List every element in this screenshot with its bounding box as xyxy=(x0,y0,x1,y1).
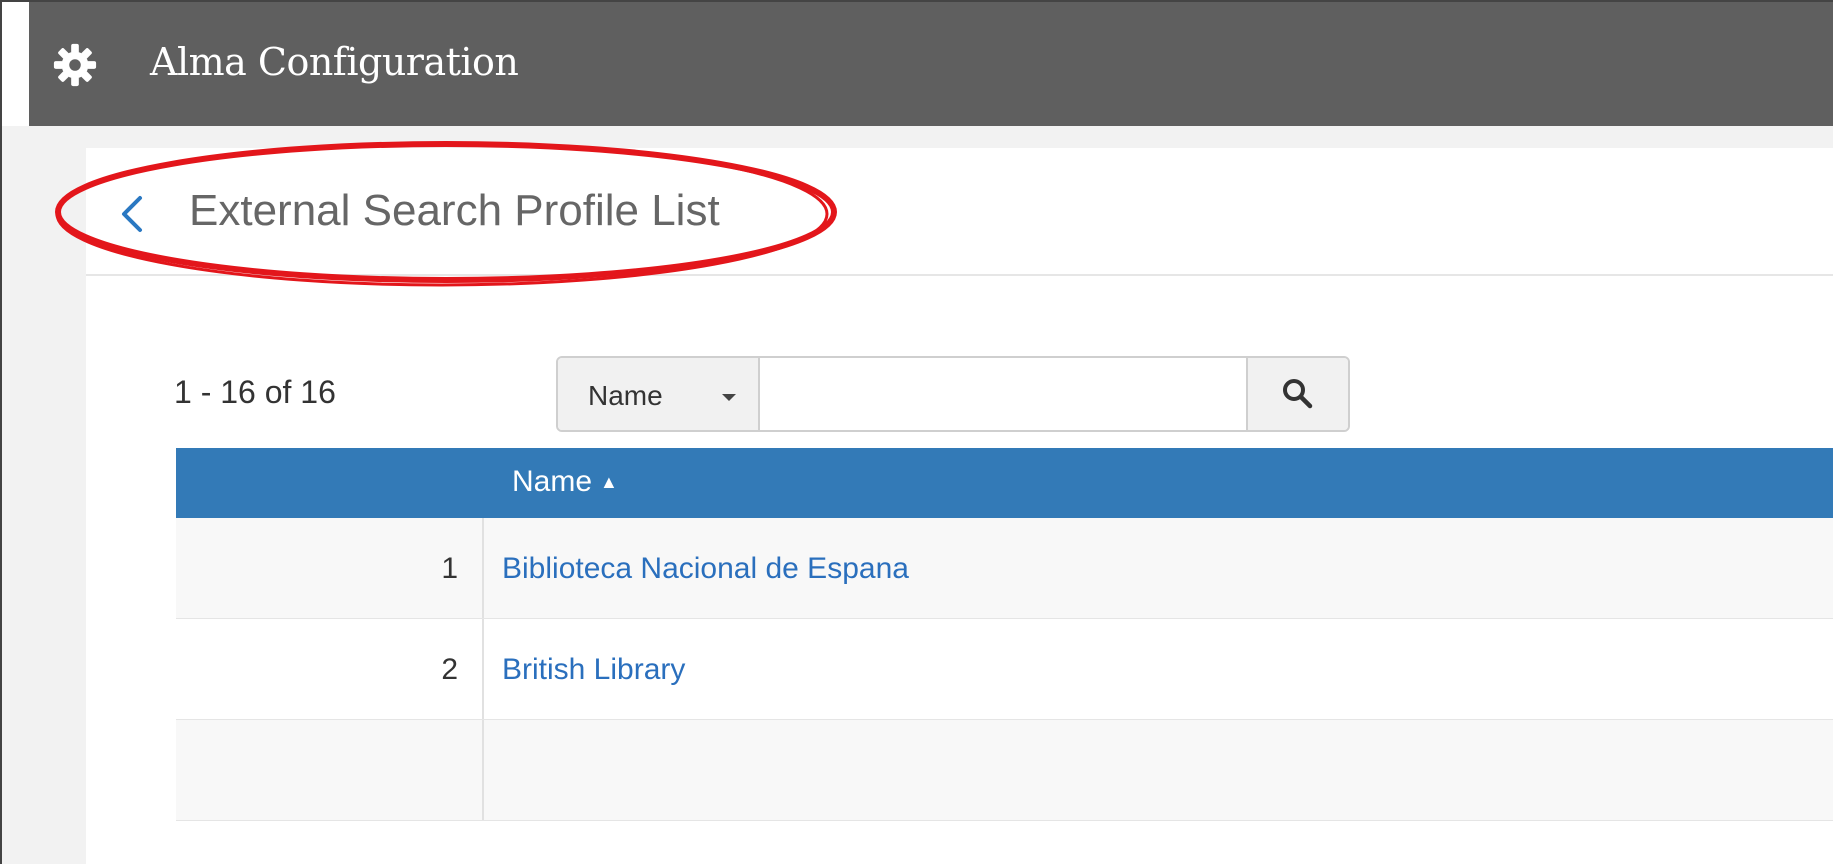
search-button[interactable] xyxy=(1246,358,1348,430)
table-header: Name ▲ xyxy=(176,448,1833,518)
app-title: Alma Configuration xyxy=(150,40,519,84)
search-input[interactable] xyxy=(762,358,1244,430)
result-count: 1 - 16 of 16 xyxy=(174,374,336,410)
column-header-name[interactable]: Name ▲ xyxy=(512,465,618,499)
table-row: 1 Biblioteca Nacional de Espana xyxy=(176,518,1833,619)
topbar-left-strip xyxy=(2,2,29,126)
table-row: 2 British Library xyxy=(176,619,1833,720)
row-name-link[interactable]: Biblioteca Nacional de Espana xyxy=(502,552,909,586)
chevron-left-icon[interactable] xyxy=(116,194,150,234)
sort-ascending-icon: ▲ xyxy=(600,472,618,492)
row-index: 2 xyxy=(441,653,458,686)
row-name-link[interactable]: British Library xyxy=(502,653,685,687)
search-type-dropdown[interactable]: Name xyxy=(558,358,760,430)
row-index-cell: 2 xyxy=(176,619,484,719)
search-icon xyxy=(1283,379,1313,409)
row-index-cell xyxy=(176,720,484,820)
caret-down-icon xyxy=(722,394,736,401)
results-table: Name ▲ 1 Biblioteca Nacional de Espana 2 … xyxy=(176,448,1833,821)
page-header: External Search Profile List xyxy=(86,148,1833,276)
row-index: 1 xyxy=(441,552,458,585)
table-row xyxy=(176,720,1833,821)
column-header-label: Name xyxy=(512,465,593,498)
search-type-label: Name xyxy=(588,380,663,411)
gear-icon[interactable] xyxy=(52,42,98,88)
top-bar: Alma Configuration xyxy=(2,2,1833,126)
search-box: Name xyxy=(556,356,1350,432)
row-index-cell: 1 xyxy=(176,518,484,618)
page-title: External Search Profile List xyxy=(189,186,720,235)
app-window: Alma Configuration External Search Profi… xyxy=(0,0,1833,864)
